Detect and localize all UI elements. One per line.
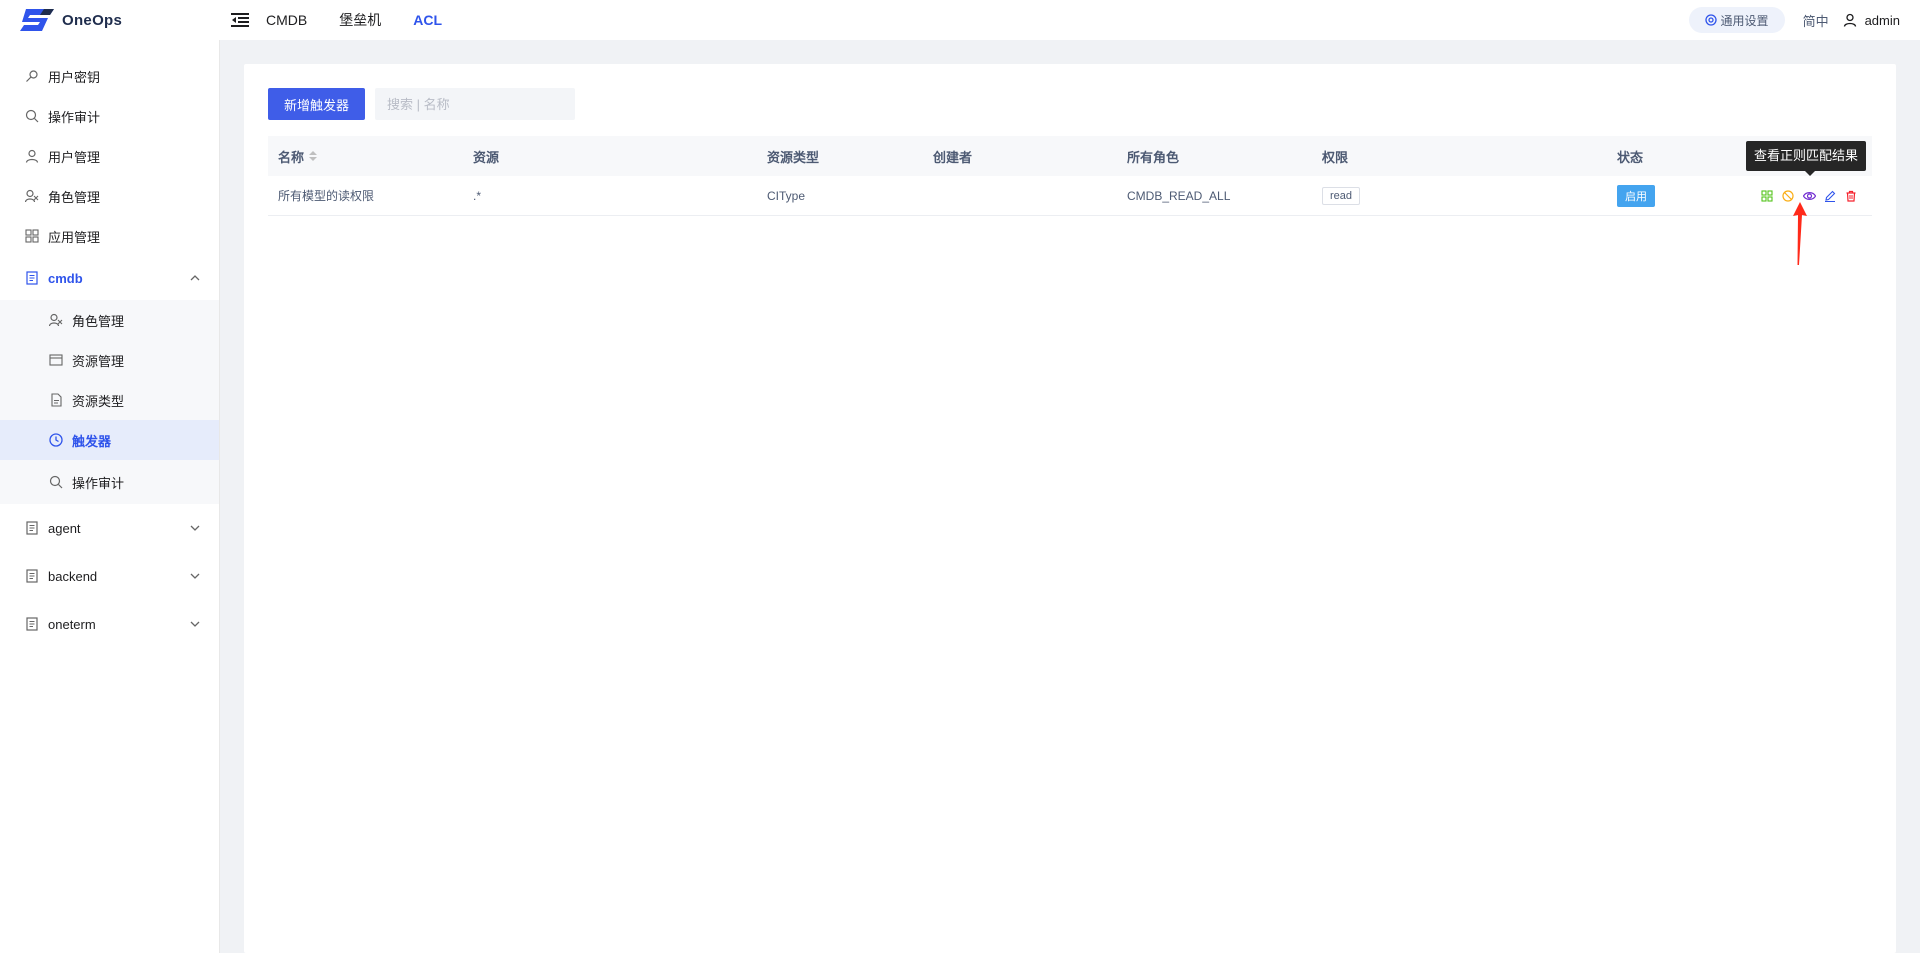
settings-icon <box>1704 14 1717 26</box>
grid-icon[interactable] <box>1760 189 1774 203</box>
sidebar-item-label: 角色管理 <box>72 313 125 329</box>
main-panel: 新增触发器 名称 资源 资源类型 创建者 所有角色 权限 状态 所有模型的读权限… <box>244 64 1896 953</box>
document-icon <box>24 568 40 584</box>
sidebar-group-oneterm[interactable]: oneterm <box>0 600 219 648</box>
sidebar-item-label: 操作审计 <box>72 475 125 491</box>
sidebar-item-cmdb-resource-types[interactable]: 资源类型 <box>0 380 219 420</box>
clock-icon <box>48 432 64 448</box>
sidebar-item-cmdb-roles[interactable]: 角色管理 <box>0 300 219 340</box>
sidebar-item-cmdb-triggers[interactable]: 触发器 <box>0 420 219 460</box>
search-input[interactable] <box>387 96 564 112</box>
column-header-resource: 资源 <box>473 149 500 165</box>
sidebar-group-label: cmdb <box>48 270 83 286</box>
language-switch[interactable]: 简中 <box>1803 11 1829 30</box>
sidebar-item-cmdb-audit[interactable]: 操作审计 <box>0 460 219 504</box>
user-icon <box>1843 13 1856 27</box>
sidebar-item-label: 触发器 <box>72 433 112 449</box>
cell-permission: read <box>1312 176 1607 215</box>
sidebar-item-label: 资源管理 <box>72 353 125 369</box>
tooltip: 查看正则匹配结果 <box>1746 141 1867 171</box>
permission-tag: read <box>1322 186 1361 205</box>
sidebar-item-label: 操作审计 <box>48 109 101 125</box>
cell-roles: CMDB_READ_ALL <box>1127 188 1231 203</box>
sidebar-item-label: 用户密钥 <box>48 69 101 85</box>
sidebar-item-label: 应用管理 <box>48 229 101 245</box>
cell-creator <box>923 176 1117 215</box>
tooltip-arrow <box>1805 171 1815 176</box>
sidebar-group-cmdb[interactable]: cmdb <box>0 256 219 300</box>
search-icon <box>48 474 64 490</box>
annotation-arrow <box>1793 202 1807 265</box>
indent-icon[interactable] <box>230 11 250 29</box>
sidebar-group-label: agent <box>48 520 81 536</box>
document-icon <box>24 270 40 286</box>
chevron-down-icon <box>190 573 200 579</box>
user-menu[interactable]: admin <box>1843 13 1900 28</box>
nav-acl[interactable]: ACL <box>413 12 442 28</box>
sidebar-item-label: 资源类型 <box>72 393 125 409</box>
brand[interactable]: OneOps <box>0 0 220 40</box>
sidebar-item-user-keys[interactable]: 用户密钥 <box>0 56 219 96</box>
nav-cmdb[interactable]: CMDB <box>266 12 307 28</box>
document-icon <box>24 520 40 536</box>
user-icon <box>24 148 40 164</box>
settings-button[interactable]: 通用设置 <box>1688 7 1785 33</box>
role-icon <box>48 312 64 328</box>
sidebar-item-roles[interactable]: 角色管理 <box>0 176 219 216</box>
chevron-up-icon <box>190 275 200 281</box>
column-header-creator: 创建者 <box>933 149 973 165</box>
resource-icon <box>48 352 64 368</box>
sidebar-group-backend[interactable]: backend <box>0 552 219 600</box>
key-icon <box>24 68 40 84</box>
toolbar: 新增触发器 <box>268 88 576 120</box>
chevron-down-icon <box>190 525 200 531</box>
sort-icon[interactable] <box>308 149 318 163</box>
role-icon <box>24 188 40 204</box>
sidebar-item-apps[interactable]: 应用管理 <box>0 216 219 256</box>
edit-icon[interactable] <box>1823 189 1837 203</box>
disable-icon[interactable] <box>1781 189 1795 203</box>
file-icon <box>48 392 64 408</box>
document-icon <box>24 616 40 632</box>
table-row: 所有模型的读权限 .* CIType CMDB_READ_ALL read 启用 <box>268 176 1872 216</box>
column-header-resource-type: 资源类型 <box>767 149 820 165</box>
sidebar-group-agent[interactable]: agent <box>0 504 219 552</box>
brand-name: OneOps <box>62 11 123 29</box>
add-trigger-button[interactable]: 新增触发器 <box>268 88 366 120</box>
nav-bastion[interactable]: 堡垒机 <box>339 10 381 30</box>
status-badge: 启用 <box>1617 184 1655 207</box>
sidebar-item-users[interactable]: 用户管理 <box>0 136 219 176</box>
top-nav: CMDB 堡垒机 ACL <box>266 0 474 40</box>
column-header-roles: 所有角色 <box>1127 149 1180 165</box>
cell-name: 所有模型的读权限 <box>278 189 375 203</box>
column-header-name[interactable]: 名称 <box>268 136 463 176</box>
search-icon <box>24 108 40 124</box>
table-header: 名称 资源 资源类型 创建者 所有角色 权限 状态 <box>268 136 1872 176</box>
eye-icon[interactable] <box>1802 189 1816 203</box>
cell-resource-type: CIType <box>767 188 806 203</box>
delete-icon[interactable] <box>1844 189 1858 203</box>
sidebar-group-label: backend <box>48 568 98 584</box>
row-actions <box>1753 189 1858 203</box>
sidebar-item-label: 角色管理 <box>48 189 101 205</box>
apps-icon <box>24 228 40 244</box>
settings-label: 通用设置 <box>1720 13 1769 28</box>
column-header-status: 状态 <box>1617 149 1644 165</box>
column-header-permission: 权限 <box>1322 149 1349 165</box>
sidebar-group-label: oneterm <box>48 616 96 632</box>
cell-resource: .* <box>473 188 482 203</box>
chevron-down-icon <box>190 621 200 627</box>
trigger-table: 名称 资源 资源类型 创建者 所有角色 权限 状态 所有模型的读权限 .* CI… <box>268 136 1872 216</box>
cmdb-submenu: 角色管理 资源管理 资源类型 触发器 操作审计 <box>0 300 219 504</box>
search-box[interactable] <box>375 88 576 120</box>
sidebar-item-audit[interactable]: 操作审计 <box>0 96 219 136</box>
cell-status: 启用 <box>1607 176 1737 215</box>
top-bar: OneOps CMDB 堡垒机 ACL 通用设置 简中 admin <box>0 0 1920 40</box>
user-name: admin <box>1864 12 1900 28</box>
sidebar: 用户密钥 操作审计 用户管理 角色管理 应用管理 cmdb 角色管理 资源管理 … <box>0 40 220 953</box>
sidebar-item-label: 用户管理 <box>48 149 101 165</box>
sidebar-item-cmdb-resources[interactable]: 资源管理 <box>0 340 219 380</box>
oneops-logo-icon <box>20 9 54 31</box>
